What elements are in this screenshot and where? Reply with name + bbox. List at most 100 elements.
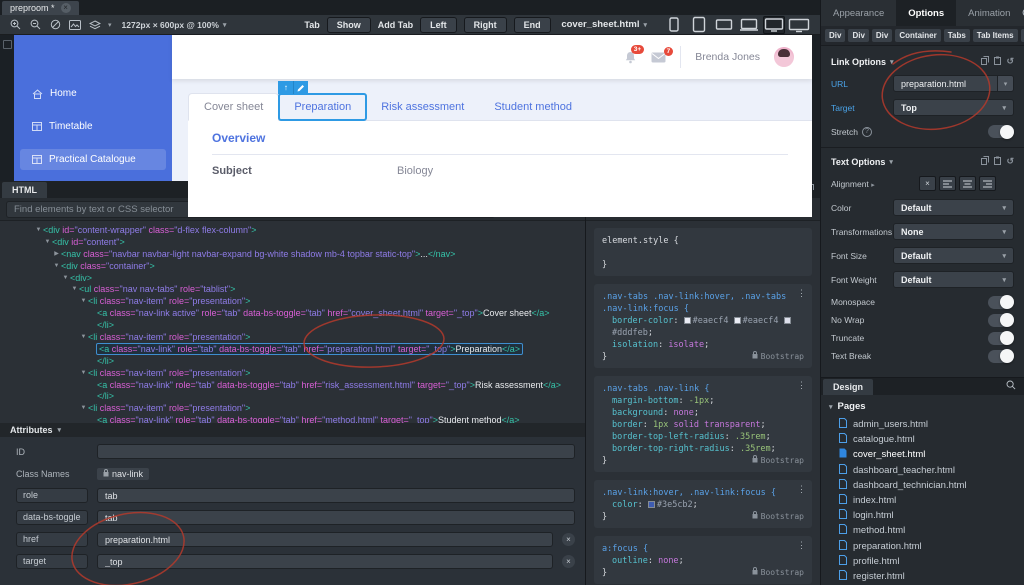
- page-item-login-html[interactable]: login.html: [829, 508, 1016, 523]
- align-center-button[interactable]: [959, 176, 976, 191]
- image-tool-icon[interactable]: [68, 18, 82, 32]
- tree-node[interactable]: ▼ <div>: [0, 272, 585, 284]
- tree-node[interactable]: ▼ <li class="nav-item" role="presentation…: [0, 331, 585, 343]
- attribute-name[interactable]: data-bs-toggle: [16, 510, 88, 525]
- edit-pencil-icon[interactable]: [293, 81, 309, 94]
- rule-menu-icon[interactable]: ⋮: [797, 288, 806, 300]
- attribute-name[interactable]: href: [16, 532, 88, 547]
- attribute-value-input[interactable]: [97, 510, 575, 525]
- transformations-select[interactable]: None ▾: [893, 223, 1014, 240]
- messages-envelope-icon[interactable]: 7: [651, 46, 674, 63]
- collapse-caret-icon[interactable]: ▼: [43, 239, 52, 245]
- tree-node[interactable]: <a class="nav-link" role="tab" data-bs-t…: [0, 379, 585, 391]
- collapse-caret-icon[interactable]: ▼: [34, 227, 43, 233]
- tree-node[interactable]: </li>: [0, 390, 585, 402]
- attribute-value-input[interactable]: [97, 554, 553, 569]
- tree-node[interactable]: <a class="nav-link" role="tab" data-bs-t…: [0, 342, 585, 355]
- site-tab-preparation[interactable]: Preparation ↑: [278, 81, 368, 121]
- page-selector[interactable]: cover_sheet.html ▾: [561, 19, 647, 30]
- page-item-preparation-html[interactable]: preparation.html: [829, 539, 1016, 554]
- alignment-clear-button[interactable]: ×: [919, 176, 936, 191]
- page-item-cover_sheet-html[interactable]: cover_sheet.html: [829, 447, 1016, 462]
- url-dropdown-icon[interactable]: ▾: [998, 75, 1014, 92]
- select-parent-icon[interactable]: ↑: [278, 81, 294, 94]
- panel-tab-animation[interactable]: Animation: [956, 0, 1022, 26]
- breadcrumb-div[interactable]: Div: [848, 29, 869, 42]
- tree-node[interactable]: <a class="nav-link" role="tab" data-bs-t…: [0, 414, 585, 423]
- page-item-index-html[interactable]: index.html: [829, 493, 1016, 508]
- viewport-dimensions[interactable]: 1272px × 600px @ 100% ▾: [122, 20, 227, 30]
- page-item-admin_users-html[interactable]: admin_users.html: [829, 417, 1016, 432]
- help-icon[interactable]: ?: [861, 126, 872, 137]
- expand-caret-icon[interactable]: ▶: [52, 250, 61, 257]
- text-break-toggle[interactable]: [988, 349, 1014, 363]
- attribute-name[interactable]: role: [16, 488, 88, 503]
- align-right-button[interactable]: [979, 176, 996, 191]
- page-item-dashboard_technician-html[interactable]: dashboard_technician.html: [829, 478, 1016, 493]
- reset-icon[interactable]: ↺: [1006, 156, 1014, 167]
- target-select[interactable]: Top ▾: [893, 99, 1014, 116]
- design-panel-tab[interactable]: Design: [823, 379, 874, 395]
- collapse-caret-icon[interactable]: ▼: [61, 275, 70, 281]
- breadcrumb-div[interactable]: Div: [825, 29, 846, 42]
- monospace-toggle[interactable]: [988, 295, 1014, 309]
- attribute-name[interactable]: target: [16, 554, 88, 569]
- sidebar-item-timetable[interactable]: Timetable: [20, 116, 166, 137]
- css-rule[interactable]: element.style { }: [594, 228, 812, 276]
- attribute-value-input[interactable]: [97, 532, 553, 547]
- tree-node[interactable]: </li>: [0, 319, 585, 331]
- tablet-device-icon[interactable]: [688, 16, 710, 34]
- tree-node[interactable]: ▼ <ul class="nav nav-tabs" role="tablist"…: [0, 283, 585, 295]
- panel-tab-appearance[interactable]: Appearance: [821, 0, 896, 26]
- breadcrumb-tab[interactable]: Tab: [1020, 29, 1024, 42]
- tree-node[interactable]: ▼ <li class="nav-item" role="presentation…: [0, 295, 585, 307]
- collapse-caret-icon[interactable]: ▼: [79, 405, 88, 411]
- screen-small-device-icon[interactable]: [713, 16, 735, 34]
- zoom-out-icon[interactable]: [28, 18, 42, 32]
- layers-caret-icon[interactable]: ▾: [108, 21, 112, 29]
- tree-node[interactable]: ▶ <nav class="navbar navbar-light navbar-…: [0, 248, 585, 260]
- remove-attribute-icon[interactable]: ×: [562, 555, 575, 568]
- alerts-bell-icon[interactable]: 3+: [624, 45, 645, 64]
- url-field[interactable]: preparation.html ▾: [893, 75, 1014, 92]
- add-tab-end-button[interactable]: End: [513, 16, 551, 33]
- paste-icon[interactable]: [994, 56, 1002, 67]
- attributes-header[interactable]: Attributes ▾: [0, 423, 585, 437]
- align-left-button[interactable]: [939, 176, 956, 191]
- close-tab-icon[interactable]: ×: [60, 3, 71, 13]
- stretch-toggle[interactable]: [988, 124, 1014, 139]
- sidebar-item-practical-catalogue[interactable]: Practical Catalogue: [20, 149, 166, 170]
- tree-node[interactable]: <a class="nav-link active" role="tab" da…: [0, 307, 585, 319]
- layers-icon[interactable]: [88, 18, 102, 32]
- class-chip[interactable]: nav-link: [97, 467, 150, 480]
- rule-menu-icon[interactable]: ⋮: [797, 380, 806, 392]
- truncate-toggle[interactable]: [988, 331, 1014, 345]
- css-rule[interactable]: ⋮ a:focus {outline: none;} Bootstrap: [594, 536, 812, 584]
- css-rule[interactable]: ⋮ .nav-tabs .nav-link:hover, .nav-tabs .n…: [594, 284, 812, 368]
- copy-icon[interactable]: [981, 156, 990, 167]
- add-tab-left-button[interactable]: Left: [420, 16, 457, 33]
- remove-attribute-icon[interactable]: ×: [562, 533, 575, 546]
- tree-node[interactable]: ▼ <li class="nav-item" role="presentation…: [0, 402, 585, 414]
- rule-menu-icon[interactable]: ⋮: [797, 484, 806, 496]
- page-item-dashboard_teacher-html[interactable]: dashboard_teacher.html: [829, 463, 1016, 478]
- html-panel-tab[interactable]: HTML: [2, 182, 47, 198]
- panel-tab-options[interactable]: Options: [896, 0, 957, 26]
- breadcrumb-tabs[interactable]: Tabs: [943, 29, 970, 42]
- tree-node[interactable]: ▼ <li class="nav-item" role="presentation…: [0, 367, 585, 379]
- breadcrumb-div[interactable]: Div: [871, 29, 893, 42]
- tree-node[interactable]: ▼ <div id="content-wrapper" class="d-flex…: [0, 224, 585, 236]
- text-options-header[interactable]: Text Options ▾ ↺: [831, 156, 1014, 167]
- copy-icon[interactable]: [981, 56, 990, 67]
- tree-node[interactable]: </li>: [0, 355, 585, 367]
- design-search-icon[interactable]: [1006, 377, 1016, 395]
- collapse-caret-icon[interactable]: ▼: [79, 370, 88, 376]
- page-item-method-html[interactable]: method.html: [829, 523, 1016, 538]
- breadcrumb-container[interactable]: Container: [895, 29, 941, 42]
- paste-icon[interactable]: [994, 156, 1002, 167]
- tree-node[interactable]: ▼ <div class="container">: [0, 260, 585, 272]
- site-tab-student-method[interactable]: Student method: [479, 94, 587, 120]
- breadcrumb-tab-items[interactable]: Tab Items: [972, 29, 1018, 42]
- user-avatar[interactable]: [774, 47, 794, 67]
- collapse-caret-icon[interactable]: ▼: [70, 286, 79, 292]
